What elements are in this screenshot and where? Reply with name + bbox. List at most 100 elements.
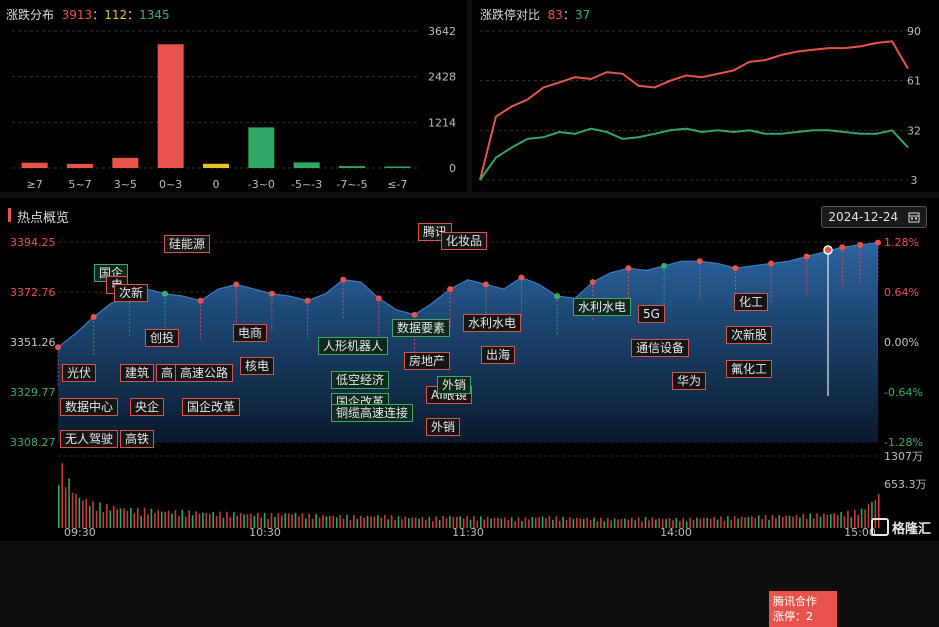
volume-bar — [836, 515, 839, 528]
volume-bar — [593, 517, 595, 528]
volume-bar — [109, 510, 112, 528]
cursor-point — [823, 245, 833, 255]
volume-bar — [428, 516, 431, 528]
volume-bar — [771, 514, 774, 528]
concept-tag[interactable]: 氟化工 — [726, 360, 773, 378]
volume-bar — [534, 517, 537, 528]
concept-tag[interactable]: 出海 — [481, 346, 516, 364]
volume-bar — [339, 515, 341, 528]
concept-tag[interactable]: 国企改革 — [182, 398, 241, 416]
volume-bar — [366, 515, 369, 528]
x-tick-label: -5~-3 — [291, 178, 322, 191]
concept-tag[interactable]: 高速公路 — [175, 364, 234, 382]
logo-icon — [870, 518, 889, 536]
volume-bar — [147, 514, 149, 528]
concept-tag[interactable]: 房地产 — [404, 352, 451, 370]
concept-tag[interactable]: 外销 — [437, 376, 472, 394]
concept-tag[interactable]: 5G — [638, 305, 665, 323]
volume-bar — [716, 519, 719, 528]
volume-bar — [867, 503, 870, 528]
concept-tag[interactable]: 电商 — [233, 324, 268, 342]
volume-bar — [792, 516, 794, 528]
volume-bar — [208, 514, 211, 528]
volume-bar — [75, 493, 77, 528]
concept-tag[interactable]: 硅能源 — [164, 235, 211, 253]
volume-bar — [435, 516, 438, 528]
volume-bar — [198, 513, 201, 528]
volume-bar — [219, 511, 221, 528]
volume-bar — [174, 509, 177, 528]
volume-bar — [215, 515, 218, 528]
left-tick-label: 3372.76 — [10, 286, 56, 299]
concept-tag[interactable]: 外销 — [426, 418, 461, 436]
volume-bar — [634, 520, 637, 528]
volume-bar — [493, 517, 496, 528]
volume-bar — [353, 515, 355, 528]
concept-tag[interactable]: 通信设备 — [631, 339, 690, 357]
hotspot-marker — [482, 281, 489, 288]
concept-tag[interactable]: 化妆品 — [441, 232, 488, 250]
volume-bar — [620, 518, 623, 528]
concept-tag[interactable]: 铜缆高速连接 — [331, 404, 414, 422]
y-tick-label: 2428 — [428, 71, 456, 84]
volume-bar — [706, 517, 709, 528]
concept-tag[interactable]: 央企 — [130, 398, 165, 416]
concept-tag[interactable]: 低空经济 — [331, 371, 390, 389]
volume-bar — [654, 519, 657, 528]
volume-bar — [541, 516, 544, 528]
concept-tag[interactable]: 高铁 — [120, 430, 155, 448]
x-tick-label: ≤-7 — [387, 178, 407, 191]
concept-tag[interactable]: 华为 — [672, 372, 707, 390]
volume-bar — [606, 518, 609, 528]
volume-bar — [648, 520, 650, 528]
concept-tag[interactable]: 化工 — [734, 293, 769, 311]
concept-tag[interactable]: 数据要素 — [392, 319, 451, 337]
concept-tag[interactable]: 次新 — [114, 284, 149, 302]
concept-tag[interactable]: 数据中心 — [60, 398, 119, 416]
watermark-text: 格隆汇 — [891, 522, 931, 537]
concept-tag[interactable]: 水利水电 — [573, 298, 632, 316]
volume-bar — [754, 518, 757, 528]
hotspot-marker — [554, 293, 561, 300]
volume-bar — [517, 517, 520, 528]
hotspot-marker — [304, 297, 311, 304]
volume-bar — [696, 517, 698, 528]
left-tick-label: 3308.27 — [10, 436, 56, 449]
concept-tag[interactable]: 水利水电 — [463, 314, 522, 332]
concept-tag[interactable]: 次新股 — [726, 326, 773, 344]
volume-bar — [291, 514, 293, 528]
volume-bar — [373, 516, 376, 528]
volume-bar — [102, 512, 105, 528]
x-tick-label: ≥7 — [27, 178, 43, 191]
hotspot-marker — [268, 290, 275, 297]
volume-bar — [733, 516, 736, 528]
volume-bar — [548, 516, 551, 528]
volume-bar — [775, 518, 777, 528]
volume-bar — [768, 519, 770, 528]
y-tick-label: 1214 — [428, 116, 456, 129]
volume-bar — [239, 513, 242, 528]
volume-bar — [401, 519, 403, 528]
y-tick-label: 61 — [907, 75, 921, 88]
volume-bar — [637, 517, 640, 528]
volume-bar — [600, 517, 602, 528]
x-tick-label: 0~3 — [159, 178, 182, 191]
concept-tag[interactable]: 建筑 — [120, 364, 155, 382]
volume-bar — [840, 512, 842, 528]
volume-bar — [404, 516, 407, 528]
concept-tag[interactable]: 人形机器人 — [318, 337, 389, 355]
concept-tag[interactable]: 无人驾驶 — [60, 430, 119, 448]
volume-bar — [325, 516, 328, 528]
volume-bar — [421, 517, 424, 528]
volume-bar — [315, 514, 317, 528]
volume-bar — [524, 517, 527, 528]
volume-bar — [802, 513, 805, 528]
volume-bar — [497, 517, 499, 528]
volume-bar — [709, 518, 712, 528]
left-tick-label: 3329.77 — [10, 386, 56, 399]
concept-tag[interactable]: 光伏 — [62, 364, 97, 382]
concept-tag[interactable]: 创投 — [145, 329, 180, 347]
concept-tag[interactable]: 核电 — [240, 357, 275, 375]
hotspot-marker — [161, 290, 168, 297]
tooltip-line2: 涨停：2 — [773, 610, 813, 623]
